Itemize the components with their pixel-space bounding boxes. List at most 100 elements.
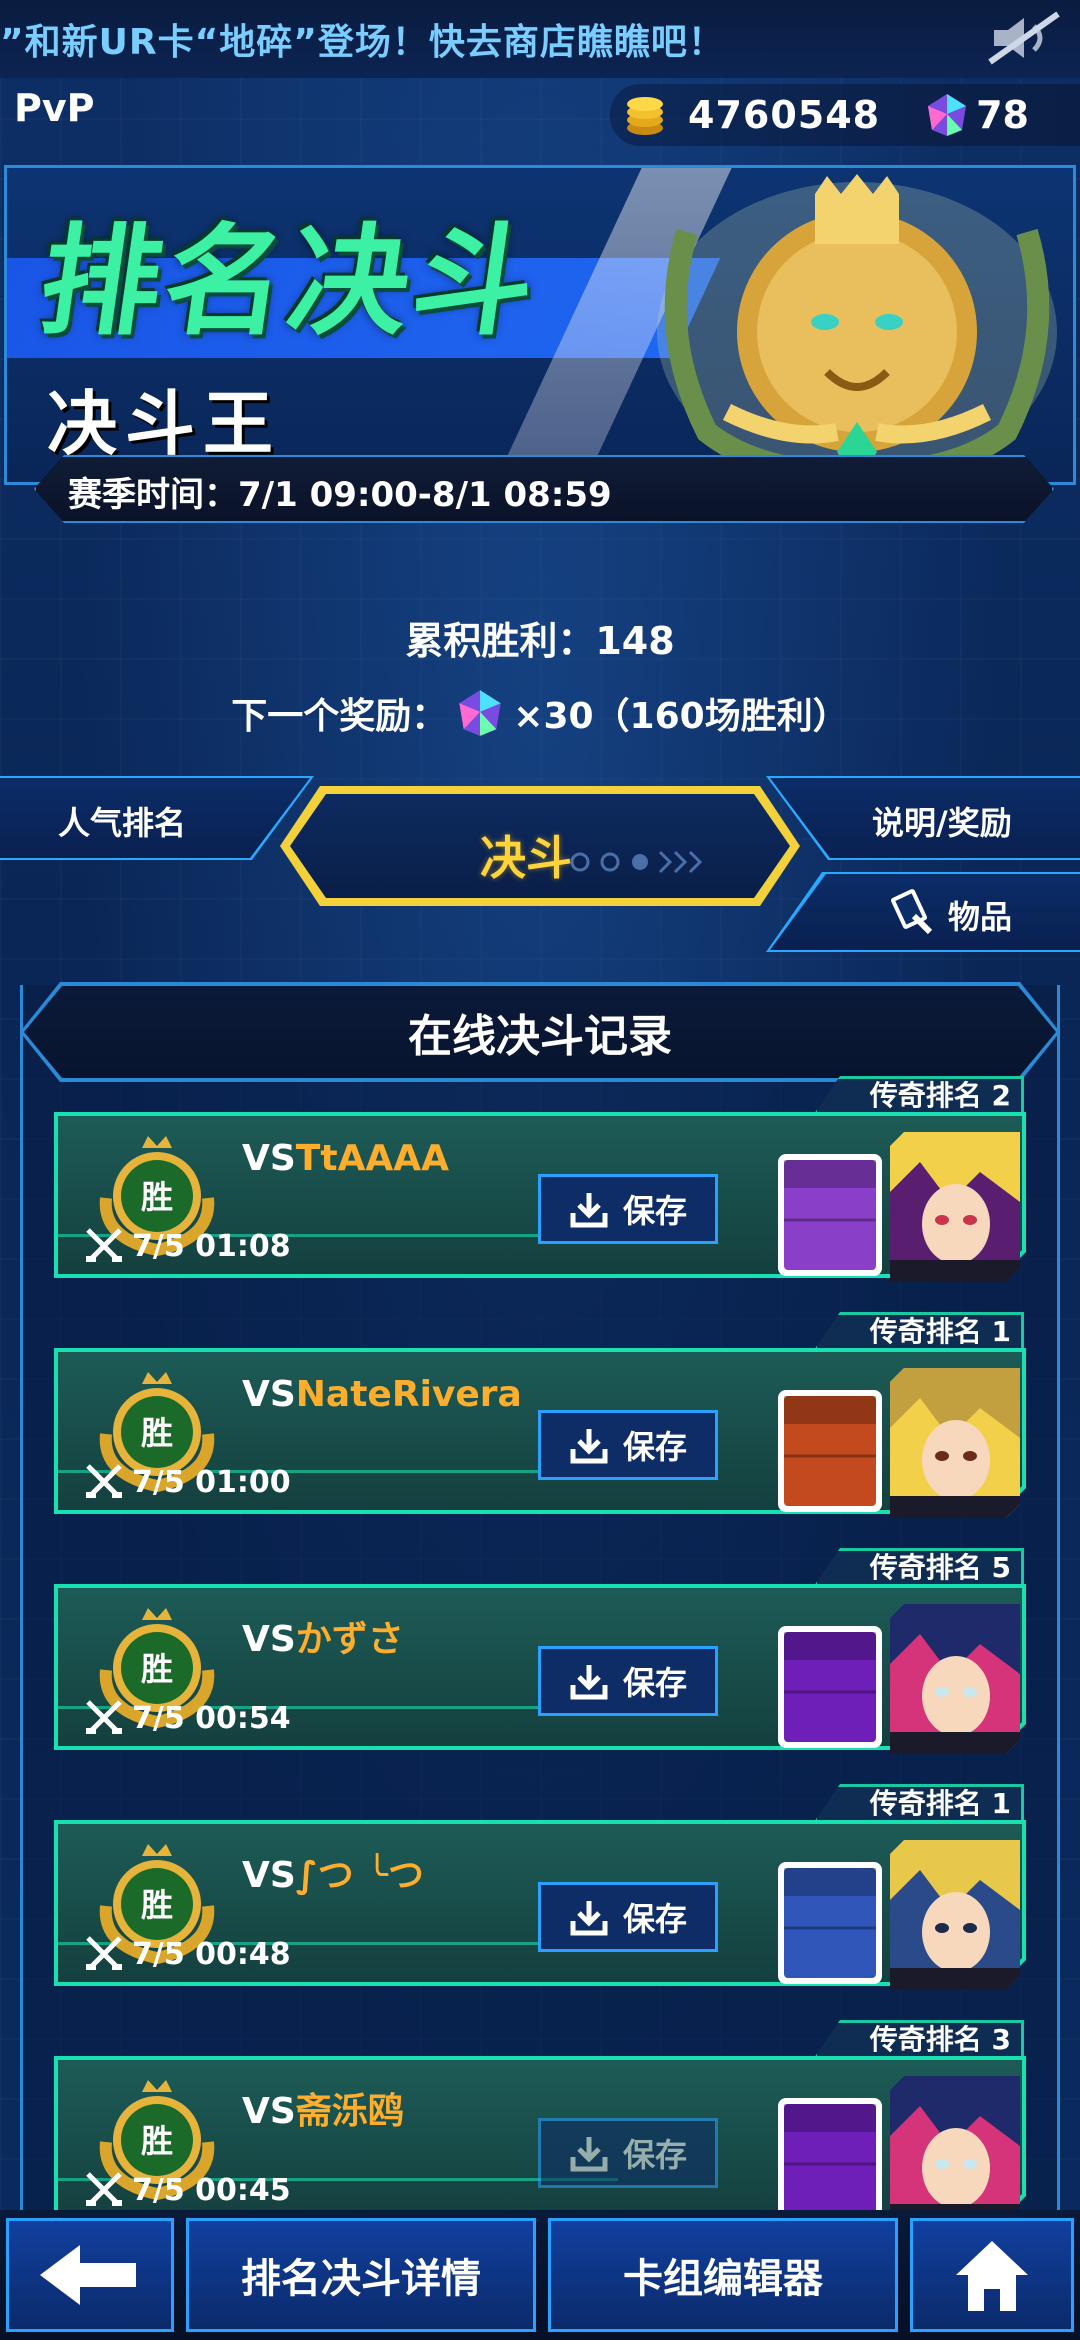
- total-wins: 累积胜利：148: [405, 619, 675, 663]
- save-replay-button[interactable]: 保存: [538, 1410, 718, 1480]
- duel-record[interactable]: 传奇排名 5 胜 VSかずさ 7/5 00:54 保存: [54, 1548, 1026, 1754]
- download-icon: [570, 1193, 608, 1228]
- news-marquee[interactable]: ”和新UR卡“地碎”登场！快去商店瞧瞧吧！: [0, 0, 1080, 78]
- legend-rank-tag: 传奇排名 5: [814, 1548, 1024, 1586]
- tab-popular-rank-label[interactable]: 人气排名: [58, 798, 186, 844]
- opponent-avatar: [890, 1132, 1020, 1282]
- save-label: 保存: [622, 1664, 687, 1702]
- ranked-duel-details-button[interactable]: 排名决斗详情: [186, 2218, 536, 2332]
- vs-prefix: VS: [242, 2091, 296, 2132]
- duel-time: 7/5 01:00: [132, 1464, 291, 1500]
- deck-box-icon: [778, 1154, 882, 1276]
- win-label: 胜: [141, 1650, 173, 1688]
- crossed-swords-icon: [86, 2172, 122, 2206]
- duel-record[interactable]: 传奇排名 3 胜 VS斋泺鸥 7/5 00:45 保存: [54, 2020, 1026, 2226]
- deck-box-icon: [778, 1390, 882, 1512]
- home-button[interactable]: [910, 2218, 1074, 2332]
- save-label: 保存: [622, 2136, 687, 2174]
- vs-prefix: VS: [242, 1619, 296, 1660]
- tab-explain-label[interactable]: 说明/奖励: [872, 798, 1012, 844]
- vs-prefix: VS: [242, 1374, 296, 1415]
- opponent-label: VS斋泺鸥: [242, 2082, 404, 2134]
- save-replay-button[interactable]: 保存: [538, 1646, 718, 1716]
- duel-time-row: 7/5 01:08: [84, 1226, 291, 1266]
- rank-title: 决斗王: [47, 383, 281, 465]
- back-button[interactable]: [6, 2218, 174, 2332]
- mute-icon[interactable]: [984, 8, 1064, 68]
- win-label: 胜: [141, 1178, 173, 1216]
- duel-time: 7/5 01:08: [132, 1228, 291, 1264]
- duel-time-row: 7/5 00:54: [84, 1698, 291, 1738]
- duel-time-row: 7/5 00:45: [84, 2170, 291, 2210]
- opponent-avatar: [890, 2076, 1020, 2226]
- win-stats: 累积胜利：148 下一个奖励： ×30（160场胜利）: [0, 610, 1080, 739]
- legend-rank-tag: 传奇排名 1: [814, 1312, 1024, 1350]
- download-icon: [570, 1429, 608, 1464]
- win-label: 胜: [141, 1414, 173, 1452]
- save-label: 保存: [622, 1192, 687, 1230]
- deck-editor-button[interactable]: 卡组编辑器: [548, 2218, 898, 2332]
- legend-rank-tag: 传奇排名 2: [814, 1076, 1024, 1114]
- gem-amount: 78: [976, 93, 1029, 137]
- tab-duel-label[interactable]: 决斗: [480, 822, 572, 888]
- save-label: 保存: [622, 1900, 687, 1938]
- duel-record[interactable]: 传奇排名 1 胜 VS∫つ ╰つ 7/5 00:48 保存: [54, 1784, 1026, 1990]
- duel-record[interactable]: 传奇排名 1 胜 VSNateRivera 7/5 01:00 保存: [54, 1312, 1026, 1518]
- duel-record[interactable]: 传奇排名 2 胜 VSTtAAAA 7/5 01:08 保存: [54, 1076, 1026, 1282]
- crossed-swords-icon: [86, 1228, 122, 1262]
- win-label: 胜: [141, 1886, 173, 1924]
- details-label: 排名决斗详情: [241, 2256, 481, 2302]
- next-reward-suffix: ×30（160场胜利）: [513, 696, 849, 737]
- legend-rank-tag: 传奇排名 1: [814, 1784, 1024, 1822]
- panel-title: 在线决斗记录: [408, 1011, 672, 1062]
- deck-editor-label: 卡组编辑器: [623, 2256, 823, 2302]
- opponent-label: VS∫つ ╰つ: [242, 1846, 424, 1898]
- crossed-swords-icon: [86, 1700, 122, 1734]
- next-reward: 下一个奖励： ×30（160场胜利）: [0, 687, 1080, 739]
- deck-box-icon: [778, 1862, 882, 1984]
- duel-time: 7/5 00:45: [132, 2172, 291, 2208]
- crossed-swords-icon: [86, 1464, 122, 1498]
- opponent-label: VSかずさ: [242, 1610, 404, 1662]
- vs-prefix: VS: [242, 1855, 296, 1896]
- save-replay-button[interactable]: 保存: [538, 1882, 718, 1952]
- opponent-avatar: [890, 1604, 1020, 1754]
- deck-box-icon: [778, 1626, 882, 1748]
- circuit-decoration-icon: [570, 850, 703, 874]
- save-label: 保存: [622, 1428, 687, 1466]
- arrow-left-icon: [40, 2245, 136, 2305]
- next-reward-prefix: 下一个奖励：: [231, 696, 448, 737]
- duel-time-row: 7/5 01:00: [84, 1462, 291, 1502]
- home-icon: [956, 2241, 1028, 2311]
- win-label: 胜: [141, 2122, 173, 2160]
- opponent-label: VSNateRivera: [242, 1374, 522, 1415]
- opponent-name: かずさ: [295, 1619, 404, 1660]
- items-icon[interactable]: [888, 886, 938, 936]
- page-title: PvP: [14, 86, 95, 130]
- download-icon: [570, 2137, 608, 2172]
- gold-coin-icon: [627, 97, 663, 135]
- save-replay-button[interactable]: 保存: [538, 2118, 718, 2188]
- download-icon: [570, 1665, 608, 1700]
- opponent-name: ∫つ ╰つ: [295, 1855, 424, 1896]
- save-replay-button[interactable]: 保存: [538, 1174, 718, 1244]
- deck-box-icon: [778, 2098, 882, 2220]
- gem-icon: [459, 690, 501, 736]
- king-of-games-emblem-icon: [657, 174, 1057, 482]
- duel-time: 7/5 00:48: [132, 1936, 291, 1972]
- crossed-swords-icon: [86, 1936, 122, 1970]
- items-label[interactable]: 物品: [948, 892, 1012, 938]
- rank-banner: 排名决斗 决斗王 赛季时间：7/1 09:00-8/1 08:59: [4, 165, 1076, 530]
- opponent-name: NateRivera: [295, 1374, 522, 1415]
- gem-icon: [928, 94, 967, 136]
- opponent-label: VSTtAAAA: [242, 1138, 449, 1179]
- vs-prefix: VS: [242, 1138, 296, 1179]
- season-time: 赛季时间：7/1 09:00-8/1 08:59: [68, 475, 612, 515]
- gold-amount: 4760548: [688, 93, 881, 137]
- duel-time-row: 7/5 00:48: [84, 1934, 291, 1974]
- opponent-name: TtAAAA: [295, 1138, 450, 1179]
- legend-rank-tag: 传奇排名 3: [814, 2020, 1024, 2058]
- opponent-avatar: [890, 1368, 1020, 1518]
- currency-display: 4760548 78: [610, 84, 1080, 146]
- banner-title: 排名决斗: [31, 213, 548, 352]
